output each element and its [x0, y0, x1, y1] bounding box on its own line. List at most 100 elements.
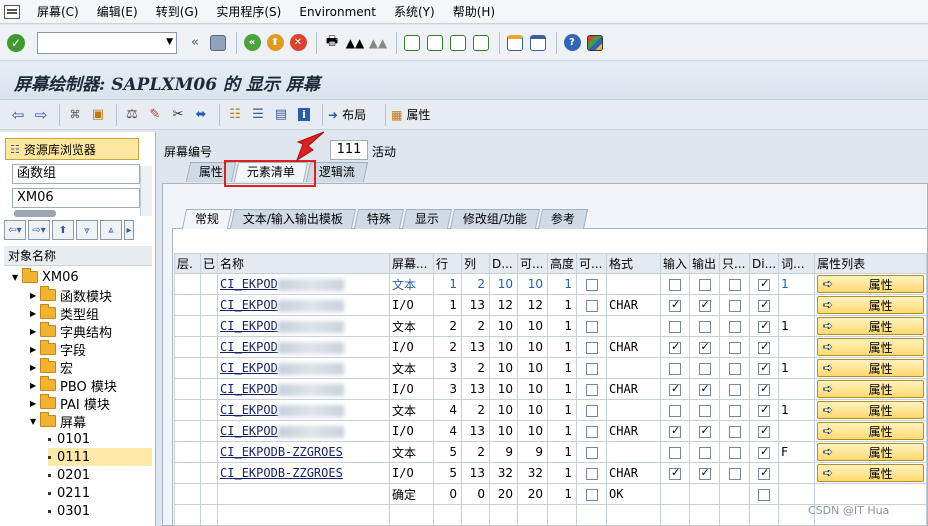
- window-button[interactable]: ▤: [271, 105, 291, 125]
- checkbox[interactable]: [728, 362, 741, 375]
- tree-screen-0101[interactable]: 0101: [48, 430, 152, 448]
- checkbox[interactable]: [669, 446, 682, 459]
- table-row[interactable]: CI_EKPOD文本42101011➪属性: [174, 399, 928, 421]
- checkbox[interactable]: [698, 424, 711, 438]
- checkbox[interactable]: [585, 278, 598, 291]
- attributes-button[interactable]: ▦ 属性: [391, 106, 430, 123]
- menu-screen[interactable]: 屏幕(C): [28, 0, 88, 24]
- element-name-cell[interactable]: CI_EKPOD: [217, 357, 391, 379]
- check-button[interactable]: ⚖: [122, 105, 142, 125]
- column-header[interactable]: 输出: [689, 253, 721, 274]
- element-name-cell[interactable]: [217, 483, 391, 505]
- properties-button[interactable]: ➪ 属性: [817, 338, 925, 356]
- info-button[interactable]: i: [294, 105, 314, 125]
- checkbox[interactable]: [758, 403, 771, 417]
- tree-item-function-modules[interactable]: ▶ 函数模块: [30, 286, 112, 305]
- checkbox[interactable]: [758, 319, 771, 333]
- checkbox[interactable]: [698, 278, 711, 291]
- save-button[interactable]: [208, 33, 228, 53]
- checkbox[interactable]: [585, 425, 598, 438]
- checkbox[interactable]: [669, 298, 682, 312]
- element-name[interactable]: CI_EKPOD: [220, 361, 278, 375]
- nav-forward-button[interactable]: ⇨: [31, 105, 51, 125]
- tree-item-macros[interactable]: ▶ 宏: [30, 358, 73, 377]
- column-header[interactable]: 屏幕...: [389, 253, 435, 274]
- find-button[interactable]: ▲▲: [345, 33, 365, 53]
- menu-window-icon[interactable]: [4, 4, 20, 19]
- object-name-field[interactable]: XM06: [12, 188, 140, 208]
- tab-general[interactable]: 常规: [181, 209, 233, 229]
- checkbox[interactable]: [758, 277, 771, 291]
- find-next-button[interactable]: ▲▲: [368, 33, 388, 53]
- checkbox[interactable]: [669, 320, 682, 333]
- checkbox[interactable]: [698, 362, 711, 375]
- checkbox[interactable]: [758, 298, 771, 312]
- tab-reference[interactable]: 参考: [538, 209, 589, 229]
- checkbox[interactable]: [585, 404, 598, 417]
- tab-text-io-templates[interactable]: 文本/输入输出模板: [229, 209, 357, 229]
- column-header[interactable]: 词...: [778, 253, 816, 274]
- table-row[interactable]: CI_EKPODI/O11312121CHAR➪属性: [174, 294, 928, 316]
- element-name-cell[interactable]: CI_EKPOD: [217, 336, 391, 358]
- element-name-cell[interactable]: CI_EKPOD: [217, 378, 391, 400]
- column-header[interactable]: 可...: [517, 253, 549, 274]
- column-header[interactable]: 层.: [174, 253, 201, 274]
- table-row[interactable]: 确定 0 0 20 20 1 OK: [174, 483, 928, 505]
- column-header[interactable]: 属性列表: [814, 253, 928, 274]
- tab-mod-groups[interactable]: 修改组/功能: [449, 209, 541, 229]
- checkbox[interactable]: [728, 278, 741, 291]
- column-header[interactable]: 输入: [660, 253, 691, 274]
- tree-item-pai-modules[interactable]: ▶ PAI 模块: [30, 394, 110, 413]
- checkbox[interactable]: [669, 466, 682, 480]
- table-row[interactable]: CI_EKPODB-ZZGROES文本52991F➪属性: [174, 441, 928, 463]
- element-name-cell[interactable]: CI_EKPOD: [217, 399, 391, 421]
- menu-help[interactable]: 帮助(H): [444, 0, 504, 24]
- prev-page-button[interactable]: [425, 33, 445, 53]
- column-header[interactable]: 列: [461, 253, 491, 274]
- where-used-button[interactable]: ⬌: [191, 105, 211, 125]
- element-name[interactable]: CI_EKPODB-ZZGROES: [220, 445, 343, 459]
- element-name[interactable]: CI_EKPOD: [220, 403, 278, 417]
- checkbox[interactable]: [585, 299, 598, 312]
- checkbox[interactable]: [585, 320, 598, 333]
- checkbox[interactable]: [758, 466, 771, 480]
- properties-button[interactable]: ➪ 属性: [817, 380, 925, 398]
- table-row[interactable]: CI_EKPOD文本22101011➪属性: [174, 315, 928, 337]
- menu-system[interactable]: 系统(Y): [385, 0, 444, 24]
- screen-number-field[interactable]: 111: [330, 140, 368, 160]
- checkbox[interactable]: [698, 466, 711, 480]
- element-name-cell[interactable]: CI_EKPOD: [217, 315, 391, 337]
- browser-forward-button[interactable]: ⇨▾: [28, 220, 50, 240]
- browser-more-button[interactable]: ▸: [124, 220, 134, 240]
- object-type-field[interactable]: 函数组: [12, 164, 140, 184]
- checkbox[interactable]: [728, 383, 741, 396]
- checkbox[interactable]: [669, 340, 682, 354]
- shortcut-button[interactable]: [528, 33, 548, 53]
- checkbox[interactable]: [698, 404, 711, 417]
- checkbox[interactable]: [728, 341, 741, 354]
- properties-button[interactable]: ➪ 属性: [817, 401, 925, 419]
- element-name-cell[interactable]: CI_EKPOD: [217, 273, 391, 295]
- column-header[interactable]: D...: [489, 253, 519, 274]
- table-row[interactable]: CI_EKPODI/O21310101CHAR➪属性: [174, 336, 928, 358]
- column-header[interactable]: 可...: [576, 253, 608, 274]
- checkbox[interactable]: [585, 467, 598, 480]
- column-header[interactable]: 名称: [217, 253, 391, 274]
- first-page-button[interactable]: [402, 33, 422, 53]
- checkbox[interactable]: [669, 278, 682, 291]
- tree-root-xm06[interactable]: ▼ XM06: [12, 268, 79, 286]
- checkbox[interactable]: [758, 445, 771, 459]
- layout-editor-button[interactable]: ➜ 布局: [328, 106, 366, 123]
- menu-utilities[interactable]: 实用程序(S): [207, 0, 290, 24]
- checkbox[interactable]: [669, 404, 682, 417]
- tree-screen-0201[interactable]: 0201: [48, 466, 152, 484]
- properties-button[interactable]: ➪ 属性: [817, 464, 925, 482]
- checkbox[interactable]: [758, 488, 771, 501]
- browser-back-button[interactable]: ⇦▾: [4, 220, 26, 240]
- checkbox[interactable]: [585, 341, 598, 354]
- checkbox[interactable]: [585, 488, 598, 501]
- field-scroll-thumb[interactable]: [14, 210, 56, 217]
- table-row[interactable]: CI_EKPODI/O31310101CHAR➪属性: [174, 378, 928, 400]
- element-name-cell[interactable]: CI_EKPODB-ZZGROES: [217, 441, 391, 463]
- checkbox[interactable]: [728, 446, 741, 459]
